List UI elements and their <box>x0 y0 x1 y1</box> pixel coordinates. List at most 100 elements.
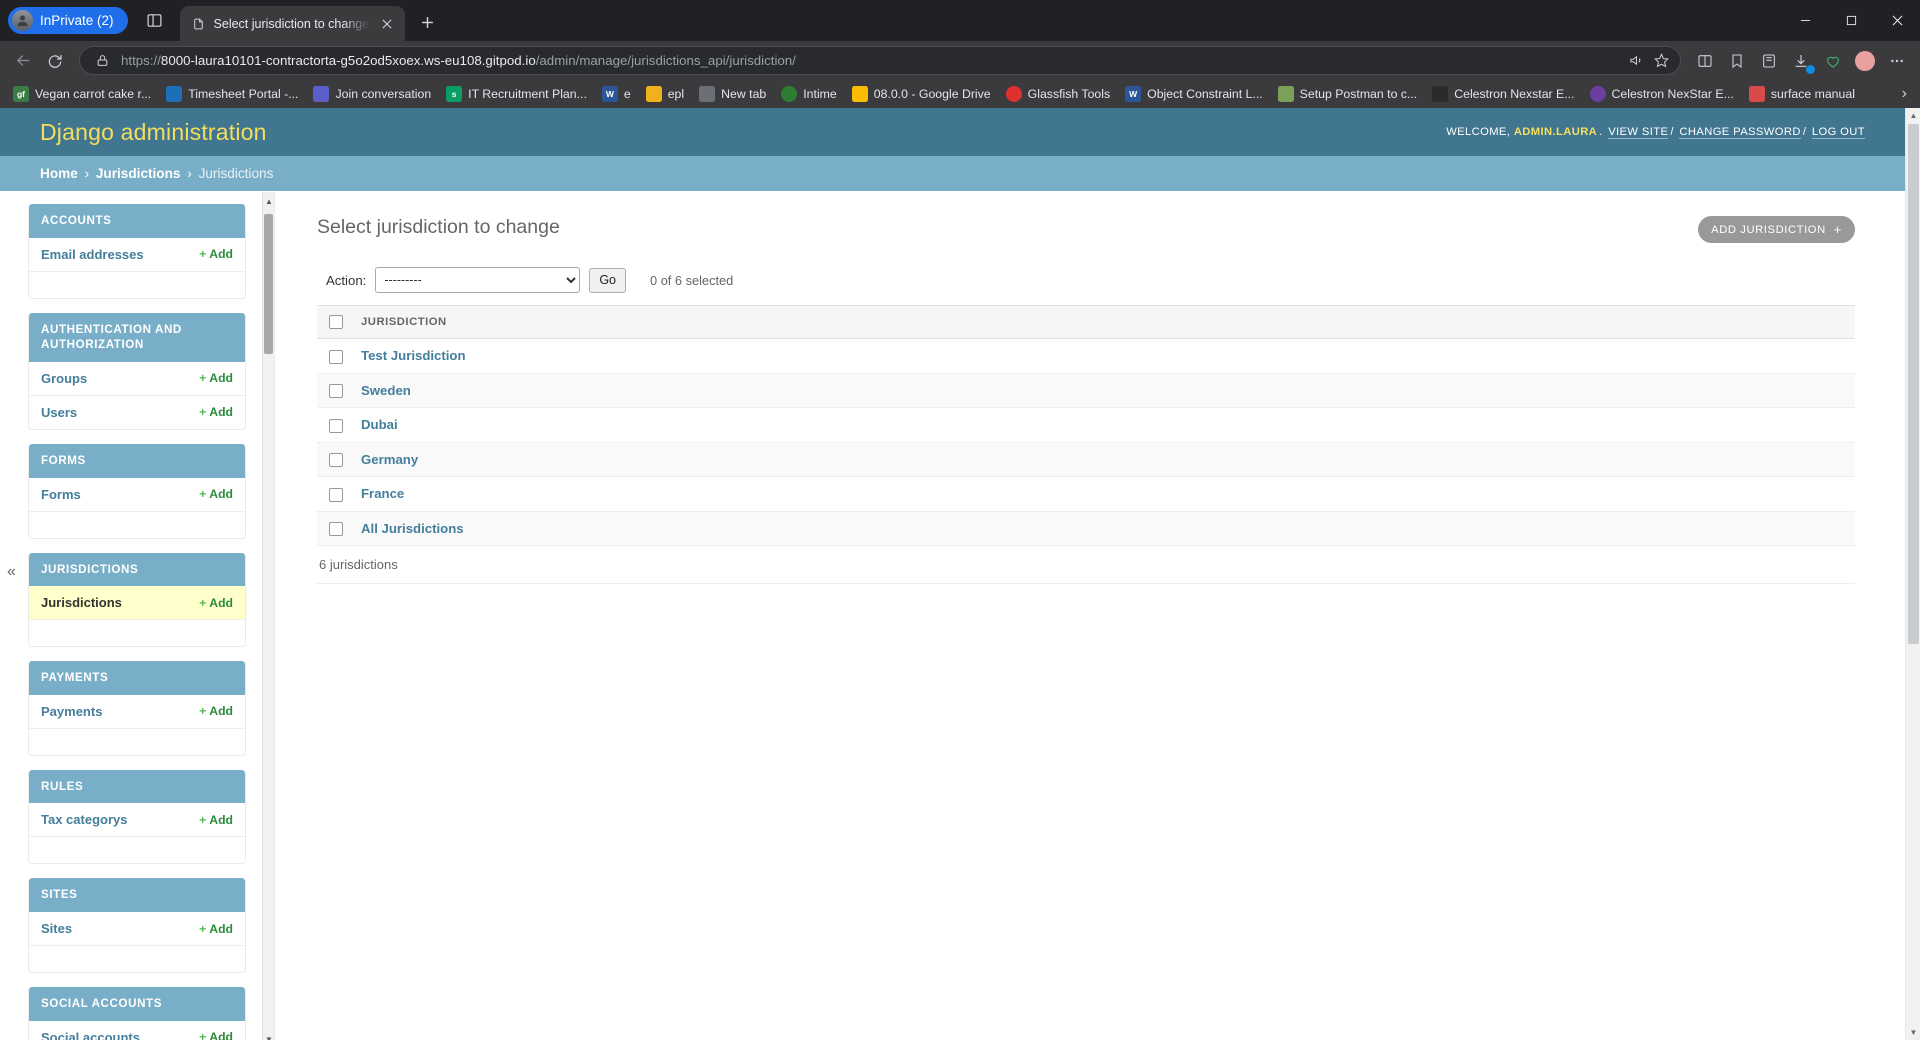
bookmark-item[interactable]: 08.0.0 - Google Drive <box>845 83 998 105</box>
sidebar-item-tax-categorys[interactable]: Tax categorys + Add <box>29 803 245 838</box>
close-button[interactable] <box>1874 0 1920 41</box>
sidebar-caption[interactable]: PAYMENTS <box>29 661 245 695</box>
jurisdiction-link[interactable]: Test Jurisdiction <box>361 348 466 363</box>
bookmark-item[interactable]: Setup Postman to c... <box>1271 83 1425 105</box>
settings-more-icon[interactable] <box>1882 46 1912 76</box>
sidebar-caption[interactable]: RULES <box>29 769 245 804</box>
sidebar-caption[interactable]: JURISDICTIONS <box>29 552 245 587</box>
sidebar-item-jurisdictions[interactable]: Jurisdictions + Add <box>29 586 245 621</box>
sidebar-item-label[interactable]: Forms <box>41 487 81 502</box>
page-scrollbar[interactable]: ▲ ▼ <box>1905 108 1920 1040</box>
jurisdiction-link[interactable]: Germany <box>361 452 418 467</box>
row-checkbox[interactable] <box>329 384 343 399</box>
page-title[interactable]: Django administration <box>40 119 267 146</box>
sidebar-item-label[interactable]: Tax categorys <box>41 812 127 827</box>
maximize-button[interactable] <box>1828 0 1874 41</box>
add-link[interactable]: + Add <box>199 1030 233 1040</box>
bookmark-item[interactable]: Join conversation <box>306 83 438 105</box>
sidebar-item-groups[interactable]: Groups + Add <box>29 362 245 396</box>
row-checkbox[interactable] <box>329 487 343 502</box>
bookmark-item[interactable]: Celestron Nexstar E... <box>1425 83 1581 105</box>
add-link[interactable]: + Add <box>199 596 233 610</box>
bookmark-item[interactable]: New tab <box>692 83 773 105</box>
add-link[interactable]: + Add <box>199 371 233 385</box>
jurisdiction-link[interactable]: Dubai <box>361 417 398 432</box>
sidebar-item-email-addresses[interactable]: Email addresses + Add <box>29 238 245 272</box>
sidebar-caption[interactable]: SITES <box>29 878 245 913</box>
collections-icon[interactable] <box>1754 46 1784 76</box>
add-link[interactable]: + Add <box>199 405 233 419</box>
back-icon[interactable] <box>8 46 38 76</box>
bookmarks-overflow-icon[interactable]: › <box>1895 85 1914 103</box>
split-screen-icon[interactable] <box>1690 46 1720 76</box>
sidebar-scrollbar-thumb[interactable] <box>264 214 273 354</box>
scroll-down-icon[interactable]: ▼ <box>263 1032 274 1040</box>
sidebar-item-sites[interactable]: Sites + Add <box>29 912 245 947</box>
inprivate-profile-pill[interactable]: InPrivate (2) <box>8 7 128 34</box>
sidebar-item-label[interactable]: Jurisdictions <box>41 595 122 610</box>
favorite-star-icon[interactable] <box>1650 46 1672 76</box>
breadcrumb-app[interactable]: Jurisdictions <box>96 166 181 181</box>
scroll-up-icon[interactable]: ▲ <box>263 194 274 208</box>
tab-search-icon[interactable] <box>138 3 172 37</box>
scroll-down-icon[interactable]: ▼ <box>1906 1025 1920 1040</box>
view-site-link[interactable]: VIEW SITE <box>1608 126 1669 139</box>
browser-tab[interactable]: Select jurisdiction to change | Dj <box>179 6 405 41</box>
go-button[interactable]: Go <box>589 267 627 293</box>
sidebar-item-label[interactable]: Email addresses <box>41 247 144 262</box>
row-checkbox[interactable] <box>329 522 343 537</box>
sidebar-item-payments[interactable]: Payments + Add <box>29 695 245 729</box>
reload-icon[interactable] <box>40 46 70 76</box>
new-tab-button[interactable] <box>413 7 443 37</box>
add-jurisdiction-button[interactable]: ADD JURISDICTION + <box>1698 216 1855 243</box>
select-all-checkbox[interactable] <box>329 315 343 329</box>
sidebar-item-label[interactable]: Groups <box>41 371 87 386</box>
browser-essentials-icon[interactable] <box>1818 46 1848 76</box>
jurisdiction-link[interactable]: France <box>361 486 404 501</box>
bookmark-item[interactable]: W Object Constraint L... <box>1118 83 1270 105</box>
add-link[interactable]: + Add <box>199 487 233 501</box>
sidebar-caption[interactable]: FORMS <box>29 443 245 478</box>
sidebar-scrollbar[interactable]: ▲ ▼ <box>262 192 274 1040</box>
bookmark-item[interactable]: surface manual <box>1742 83 1862 105</box>
jurisdiction-link[interactable]: Sweden <box>361 383 411 398</box>
read-aloud-icon[interactable] <box>1625 46 1647 76</box>
change-password-link[interactable]: CHANGE PASSWORD <box>1679 126 1801 139</box>
add-link[interactable]: + Add <box>199 922 233 936</box>
add-link[interactable]: + Add <box>199 813 233 827</box>
action-select[interactable]: --------- Delete selected jurisdictions <box>375 267 581 293</box>
favorites-icon[interactable] <box>1722 46 1752 76</box>
scroll-up-icon[interactable]: ▲ <box>1906 108 1920 123</box>
bookmark-item[interactable]: gf Vegan carrot cake r... <box>6 83 158 105</box>
sidebar-item-users[interactable]: Users + Add <box>29 396 245 429</box>
sidebar-caption[interactable]: AUTHENTICATION AND AUTHORIZATION <box>29 312 245 362</box>
bookmark-item[interactable]: Celestron NexStar E... <box>1583 83 1741 105</box>
sidebar-item-label[interactable]: Sites <box>41 921 72 936</box>
bookmark-item[interactable]: W e <box>595 83 638 105</box>
sidebar-item-label[interactable]: Social accounts <box>41 1030 140 1040</box>
bookmark-item[interactable]: s IT Recruitment Plan... <box>439 83 594 105</box>
column-header-jurisdiction[interactable]: JURISDICTION <box>351 305 1855 339</box>
address-bar[interactable]: https://8000-laura10101-contractorta-g5o… <box>79 46 1681 75</box>
breadcrumb-home[interactable]: Home <box>40 166 78 181</box>
page-scrollbar-thumb[interactable] <box>1908 124 1919 644</box>
bookmark-item[interactable]: epl <box>639 83 691 105</box>
jurisdiction-link[interactable]: All Jurisdictions <box>361 521 464 536</box>
downloads-icon[interactable] <box>1786 46 1816 76</box>
row-checkbox[interactable] <box>329 418 343 433</box>
close-icon[interactable] <box>378 14 397 33</box>
bookmark-item[interactable]: Intime <box>774 83 844 105</box>
sidebar-item-label[interactable]: Payments <box>41 704 102 719</box>
minimize-button[interactable] <box>1782 0 1828 41</box>
add-link[interactable]: + Add <box>199 247 233 261</box>
row-checkbox[interactable] <box>329 349 343 364</box>
sidebar-item-label[interactable]: Users <box>41 405 77 420</box>
row-checkbox[interactable] <box>329 453 343 468</box>
bookmark-item[interactable]: Glassfish Tools <box>999 83 1117 105</box>
sidebar-item-forms[interactable]: Forms + Add <box>29 478 245 512</box>
sidebar-caption[interactable]: SOCIAL ACCOUNTS <box>29 987 245 1021</box>
sidebar-item-social-accounts[interactable]: Social accounts + Add <box>29 1021 245 1040</box>
add-link[interactable]: + Add <box>199 704 233 718</box>
log-out-link[interactable]: LOG OUT <box>1811 126 1865 139</box>
bookmark-item[interactable]: Timesheet Portal -... <box>159 83 305 105</box>
